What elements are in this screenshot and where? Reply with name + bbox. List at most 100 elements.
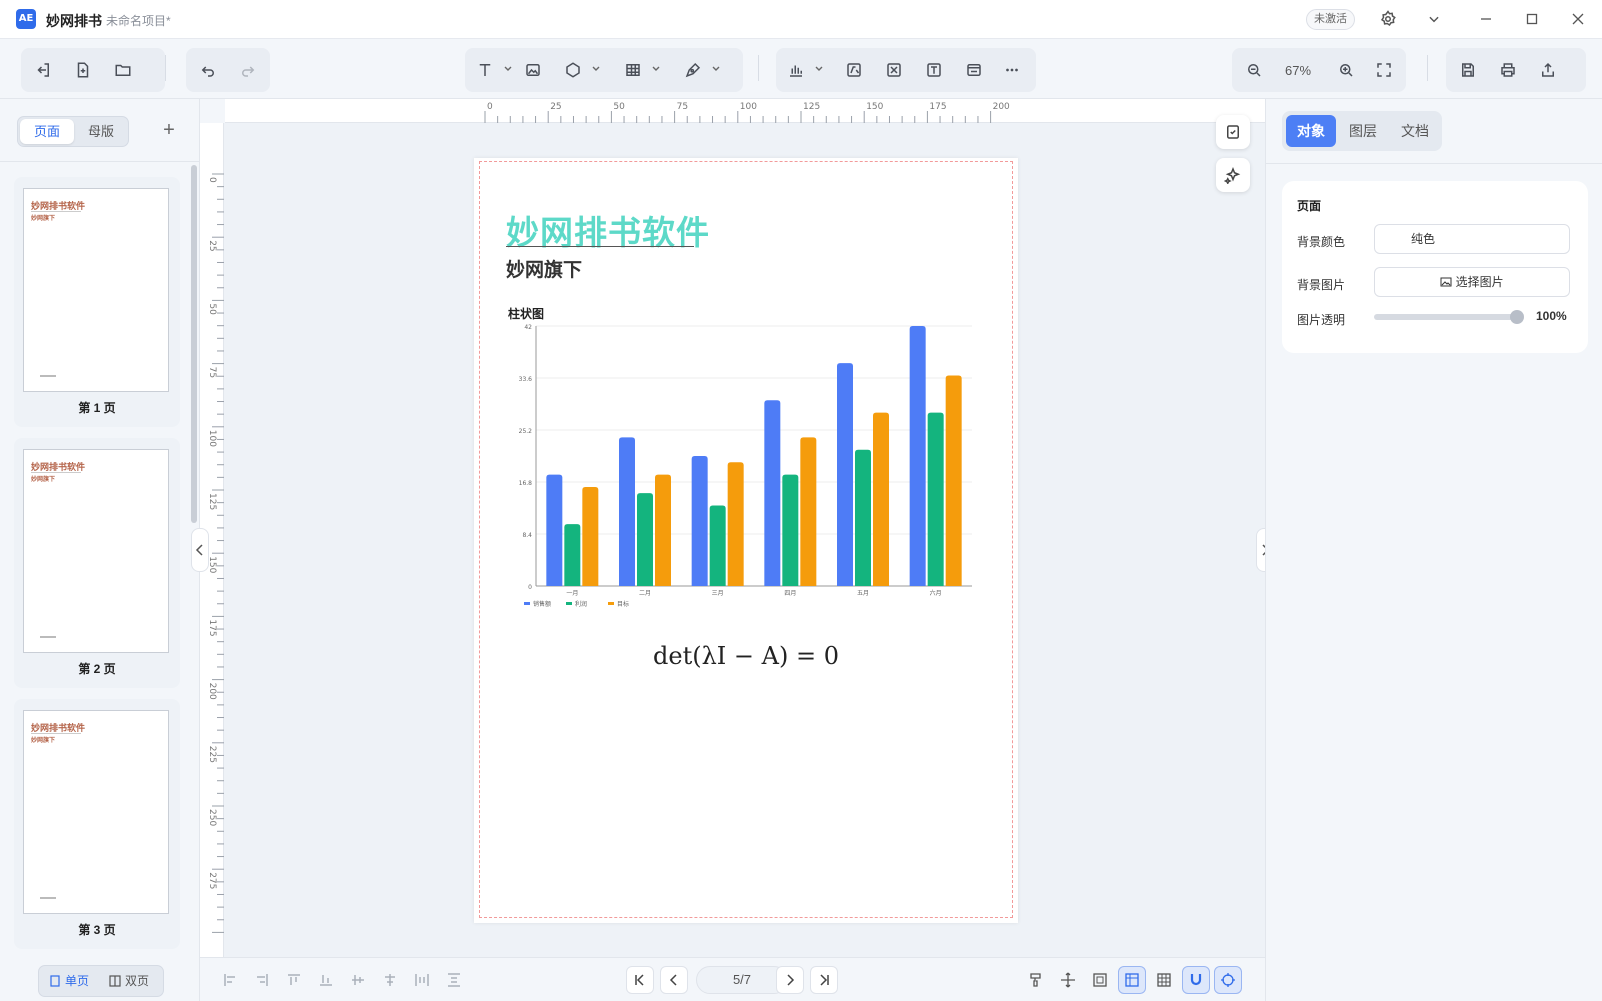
settings-gear-icon[interactable] <box>1378 9 1398 29</box>
activate-badge[interactable]: 未激活 <box>1306 9 1355 30</box>
minimize-icon[interactable] <box>1476 9 1496 29</box>
thumbnail-divider <box>31 211 81 212</box>
next-page-button[interactable] <box>776 966 804 994</box>
distribute-h-icon[interactable] <box>412 970 432 990</box>
shape-tool-chevron-icon[interactable] <box>591 64 601 74</box>
table-tool-chevron-icon[interactable] <box>651 64 661 74</box>
tab-master[interactable]: 母版 <box>74 119 128 144</box>
ruler-label: 0 <box>207 177 217 183</box>
single-page-label: 单页 <box>65 974 90 988</box>
save-icon[interactable] <box>1458 60 1478 80</box>
select-image-button[interactable]: 选择图片 <box>1374 267 1570 297</box>
close-window-icon[interactable] <box>1568 9 1588 29</box>
tab-document[interactable]: 文档 <box>1390 115 1440 147</box>
ruler-label: 75 <box>207 367 217 378</box>
check-task-icon[interactable] <box>1216 115 1250 149</box>
thumbnail-label: 第 3 页 <box>78 923 116 937</box>
ruler-label: 25 <box>550 102 561 112</box>
text-tool-icon[interactable] <box>475 60 495 80</box>
page-indicator[interactable]: 5/7 <box>696 966 788 994</box>
align-top-icon[interactable] <box>284 970 304 990</box>
textbox-tool-icon[interactable] <box>924 60 944 80</box>
math-formula[interactable]: det(λI − A) = 0 <box>474 642 1018 670</box>
export-icon[interactable] <box>1538 60 1558 80</box>
align-right-icon[interactable] <box>252 970 272 990</box>
chart-tool-chevron-icon[interactable] <box>814 64 824 74</box>
math-tool-icon[interactable] <box>884 60 904 80</box>
ruler-label: 250 <box>207 809 217 826</box>
grid-icon[interactable] <box>1150 966 1178 994</box>
more-icon[interactable] <box>1002 60 1022 80</box>
thumbnail-subtitle: 妙网旗下 <box>31 477 56 483</box>
prev-page-button[interactable] <box>660 966 688 994</box>
bar-chart-svg: 柱状图 0 8.4 16.8 25.2 33.6 42 一月 二月 三月 四月 五月 六月销售额 利润 目标 <box>508 306 972 608</box>
tab-layers[interactable]: 图层 <box>1338 115 1388 147</box>
exit-icon[interactable] <box>33 60 53 80</box>
maximize-icon[interactable] <box>1522 9 1542 29</box>
single-page-button[interactable]: 单页 <box>43 969 95 993</box>
page-thumbnail[interactable]: 妙网排书软件 妙网旗下 第 1 页 <box>14 177 180 427</box>
zoom-level[interactable]: 67% <box>1285 63 1311 78</box>
chart-bar <box>782 474 799 586</box>
chevron-down-icon[interactable] <box>1424 9 1444 29</box>
x-tick-label: 四月 <box>784 590 796 597</box>
opacity-slider[interactable] <box>1374 314 1516 320</box>
bar-chart[interactable]: 柱状图 0 8.4 16.8 25.2 33.6 42 一月 二月 三月 四月 五月 六月 销售额 利润 目标 <box>506 306 978 618</box>
media-tool-icon[interactable] <box>964 60 984 80</box>
thumbnails-scrollbar[interactable] <box>191 165 197 523</box>
image-tool-icon[interactable] <box>523 60 543 80</box>
distribute-v-icon[interactable] <box>444 970 464 990</box>
redo-icon[interactable] <box>238 60 258 80</box>
zoom-out-icon[interactable] <box>1244 60 1264 80</box>
table-tool-icon[interactable] <box>623 60 643 80</box>
title-underline <box>506 246 694 247</box>
magnet-snap-icon[interactable] <box>1182 966 1210 994</box>
ai-sparkle-icon[interactable] <box>1216 158 1250 192</box>
tab-pages[interactable]: 页面 <box>20 119 74 144</box>
first-page-button[interactable] <box>626 966 654 994</box>
print-icon[interactable] <box>1498 60 1518 80</box>
fit-screen-icon[interactable] <box>1374 60 1394 80</box>
page-thumbnail[interactable]: 妙网排书软件 妙网旗下 第 3 页 <box>14 699 180 949</box>
align-center-v-icon[interactable] <box>348 970 368 990</box>
toolbar-separator <box>758 55 759 81</box>
panel-divider <box>0 161 200 162</box>
align-left-icon[interactable] <box>220 970 240 990</box>
move-tool-icon[interactable] <box>1054 966 1082 994</box>
pen-tool-icon[interactable] <box>683 60 703 80</box>
bottom-bar: 5/7 <box>200 957 1265 1001</box>
undo-icon[interactable] <box>198 60 218 80</box>
thumbnail-footer <box>40 897 56 899</box>
add-page-icon[interactable]: + <box>157 119 181 143</box>
legend-label: 销售额 <box>533 600 551 608</box>
zoom-in-icon[interactable] <box>1336 60 1356 80</box>
smart-guide-icon[interactable] <box>1214 966 1242 994</box>
ruler-label: 25 <box>207 240 217 251</box>
format-painter-icon[interactable] <box>1022 966 1050 994</box>
align-center-h-icon[interactable] <box>380 970 400 990</box>
ruler-corner <box>200 99 225 123</box>
margin-guide-icon[interactable] <box>1118 966 1146 994</box>
new-file-icon[interactable] <box>73 60 93 80</box>
bg-color-select[interactable]: 纯色 <box>1374 224 1570 254</box>
open-folder-icon[interactable] <box>113 60 133 80</box>
text-tool-chevron-icon[interactable] <box>503 64 513 74</box>
ruler-label: 125 <box>803 102 820 112</box>
formula-tool-icon[interactable] <box>844 60 864 80</box>
chart-bar <box>945 375 962 586</box>
bleed-frame-icon[interactable] <box>1086 966 1114 994</box>
shape-tool-icon[interactable] <box>563 60 583 80</box>
collapse-left-icon[interactable] <box>191 528 209 572</box>
align-bottom-icon[interactable] <box>316 970 336 990</box>
tab-object[interactable]: 对象 <box>1286 115 1336 147</box>
page-thumbnail[interactable]: 妙网排书软件 妙网旗下 第 2 页 <box>14 438 180 688</box>
page-subtitle[interactable]: 妙网旗下 <box>506 255 582 282</box>
chart-tool-icon[interactable] <box>786 60 806 80</box>
pages-master-switch: 页面 母版 <box>17 116 129 147</box>
last-page-button[interactable] <box>810 966 838 994</box>
pen-tool-chevron-icon[interactable] <box>711 64 721 74</box>
double-page-button[interactable]: 双页 <box>103 969 155 993</box>
opacity-slider-handle[interactable] <box>1510 310 1524 324</box>
document-page[interactable]: 妙网排书软件 妙网旗下 柱状图 0 8.4 16.8 25.2 33.6 42 一月 二月 三月四… <box>474 158 1018 923</box>
bg-image-label: 背景图片 <box>1297 278 1346 292</box>
